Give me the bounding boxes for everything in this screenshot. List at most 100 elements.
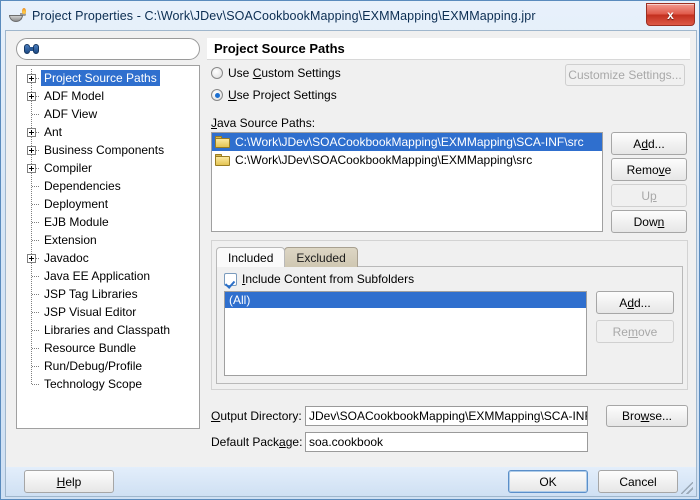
add-pattern-button[interactable]: Add... (596, 291, 674, 314)
sidebar-item-project-source-paths[interactable]: Project Source Paths (17, 69, 199, 87)
resize-grip-icon[interactable] (681, 482, 693, 494)
search-input[interactable] (43, 40, 199, 58)
output-directory-row: Output Directory: JDev\SOACookbookMappin… (211, 406, 588, 426)
settings-navigator: Project Source Paths ADF Model ADF View Ant… (16, 38, 200, 459)
help-button[interactable]: Help (24, 470, 114, 493)
jdeveloper-lamp-icon (8, 7, 26, 25)
source-path-text: C:\Work\JDev\SOACookbookMapping\EXMMappi… (235, 135, 584, 149)
browse-label: Browse... (621, 409, 673, 423)
sidebar-item-ant[interactable]: Ant (17, 123, 199, 141)
expand-plus-icon[interactable] (27, 146, 36, 155)
default-package-label: Default Package: (211, 435, 303, 449)
page-title: Project Source Paths (207, 38, 690, 60)
sidebar-item-deployment[interactable]: Deployment (17, 195, 199, 213)
sidebar-item-business-components[interactable]: Business Components (17, 141, 199, 159)
project-properties-dialog: Project Properties - C:\Work\JDev\SOACoo… (0, 0, 700, 500)
expand-plus-icon[interactable] (27, 254, 36, 263)
dialog-footer: Help OK Cancel (5, 467, 697, 497)
sidebar-item-label: Compiler (44, 161, 93, 175)
sidebar-item-libraries-and-classpath[interactable]: Libraries and Classpath (17, 321, 199, 339)
radio-project-indicator (211, 89, 223, 101)
ok-button[interactable]: OK (508, 470, 588, 493)
radio-project-label: Use Project Settings (228, 88, 337, 102)
add-pattern-label: Add... (619, 295, 651, 310)
customize-settings-button[interactable]: Customize Settings... (565, 64, 685, 86)
tree-connector-stub (32, 366, 40, 367)
tab-excluded[interactable]: Excluded (284, 247, 358, 267)
binoculars-icon (24, 43, 39, 55)
window-title: Project Properties - C:\Work\JDev\SOACoo… (32, 8, 536, 23)
move-source-path-up-button: Up (611, 184, 687, 207)
sidebar-item-technology-scope[interactable]: Technology Scope (17, 375, 199, 393)
sidebar-item-java-ee-application[interactable]: Java EE Application (17, 267, 199, 285)
sidebar-item-label: EJB Module (44, 215, 109, 229)
expand-plus-icon[interactable] (27, 128, 36, 137)
included-pattern-row[interactable]: (All) (225, 292, 586, 308)
sidebar-item-javadoc[interactable]: Javadoc (17, 249, 199, 267)
sidebar-item-label: Dependencies (44, 179, 121, 193)
sidebar-item-ejb-module[interactable]: EJB Module (17, 213, 199, 231)
radio-custom-label: Use Custom Settings (228, 66, 341, 80)
move-down-label: Down (633, 214, 665, 229)
expand-plus-icon[interactable] (27, 164, 36, 173)
java-source-paths-label: Java Source Paths: (211, 116, 316, 130)
help-label: Help (56, 474, 82, 489)
title-bar[interactable]: Project Properties - C:\Work\JDev\SOACoo… (1, 1, 699, 30)
radio-use-project-settings[interactable]: Use Project Settings (211, 88, 337, 102)
expand-plus-icon[interactable] (27, 92, 36, 101)
tree-connector-stub (32, 240, 40, 241)
sidebar-item-label: Technology Scope (44, 377, 143, 391)
source-path-row[interactable]: C:\Work\JDev\SOACookbookMapping\EXMMappi… (212, 133, 602, 151)
sidebar-item-dependencies[interactable]: Dependencies (17, 177, 199, 195)
sidebar-item-label: Business Components (44, 143, 165, 157)
sidebar-item-label: ADF View (44, 107, 98, 121)
sidebar-item-adf-view[interactable]: ADF View (17, 105, 199, 123)
add-source-path-button[interactable]: Add... (611, 132, 687, 155)
tree-connector-stub (32, 348, 40, 349)
sidebar-item-adf-model[interactable]: ADF Model (17, 87, 199, 105)
include-subfolders-checkbox[interactable]: Include Content from Subfolders (224, 272, 414, 286)
tree-connector-stub (32, 222, 40, 223)
sidebar-item-compiler[interactable]: Compiler (17, 159, 199, 177)
output-directory-field[interactable]: JDev\SOACookbookMapping\EXMMapping\SCA-I… (305, 406, 588, 426)
output-directory-label: Output Directory: (211, 409, 302, 423)
radio-custom-indicator (211, 67, 223, 79)
sidebar-item-resource-bundle[interactable]: Resource Bundle (17, 339, 199, 357)
radio-use-custom-settings[interactable]: Use Custom Settings (211, 66, 341, 80)
included-patterns-list[interactable]: (All) (224, 291, 587, 376)
expand-plus-icon[interactable] (27, 74, 36, 83)
sidebar-item-label: ADF Model (44, 89, 105, 103)
tree-connector-stub (32, 204, 40, 205)
content-filter-tabs[interactable]: Included Excluded (216, 246, 358, 267)
default-package-field[interactable]: soa.cookbook (305, 432, 588, 452)
settings-tree[interactable]: Project Source Paths ADF Model ADF View Ant… (16, 65, 200, 429)
sidebar-item-label: Ant (44, 125, 63, 139)
move-source-path-down-button[interactable]: Down (611, 210, 687, 233)
sidebar-item-jsp-tag-libraries[interactable]: JSP Tag Libraries (17, 285, 199, 303)
browse-output-directory-button[interactable]: Browse... (606, 405, 688, 427)
folder-icon (215, 136, 230, 148)
sidebar-item-extension[interactable]: Extension (17, 231, 199, 249)
tree-connector-stub (32, 276, 40, 277)
cancel-button[interactable]: Cancel (598, 470, 678, 493)
sidebar-item-label: Javadoc (44, 251, 89, 265)
remove-source-path-button[interactable]: Remove (611, 158, 687, 181)
java-source-paths-list[interactable]: C:\Work\JDev\SOACookbookMapping\EXMMappi… (211, 132, 603, 232)
sidebar-item-jsp-visual-editor[interactable]: JSP Visual Editor (17, 303, 199, 321)
dialog-body: Project Source Paths ADF Model ADF View Ant… (5, 30, 697, 467)
tree-connector-stub (32, 114, 40, 115)
search-box[interactable] (16, 38, 200, 60)
sidebar-item-label: JSP Tag Libraries (44, 287, 138, 301)
sidebar-item-label: Deployment (44, 197, 109, 211)
sidebar-item-label: Run/Debug/Profile (44, 359, 143, 373)
include-subfolders-indicator (224, 272, 237, 286)
sidebar-item-label: Java EE Application (44, 269, 151, 283)
sidebar-item-label: Libraries and Classpath (44, 323, 171, 337)
add-source-path-label: Add... (633, 136, 665, 151)
move-up-label: Up (641, 188, 657, 203)
close-icon[interactable]: x (646, 3, 695, 26)
sidebar-item-run-debug-profile[interactable]: Run/Debug/Profile (17, 357, 199, 375)
include-subfolders-label: Include Content from Subfolders (242, 272, 415, 286)
tab-included[interactable]: Included (216, 247, 286, 267)
source-path-row[interactable]: C:\Work\JDev\SOACookbookMapping\EXMMappi… (212, 151, 602, 169)
